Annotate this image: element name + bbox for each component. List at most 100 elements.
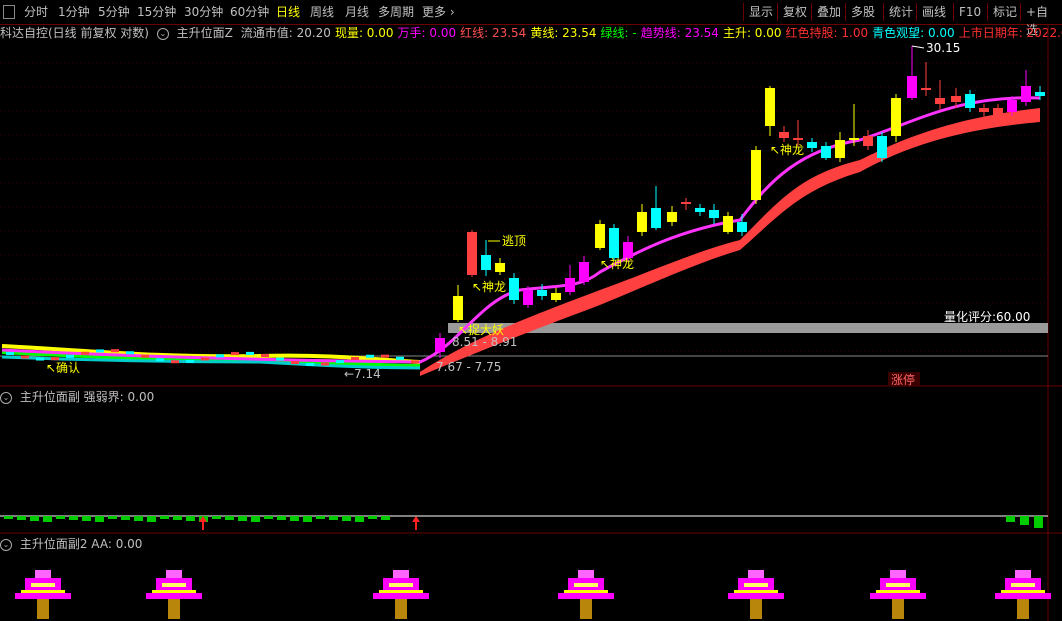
sub2-icon-base-0	[15, 593, 71, 599]
small-candle-0	[6, 352, 14, 355]
candle-body-33	[907, 76, 917, 98]
small-candle-7	[111, 349, 119, 353]
candle-body-0	[435, 338, 445, 352]
candle-body-39	[993, 108, 1003, 116]
chart-canvas[interactable]: 30.15逃顶↖神龙↖神龙↖神龙↖捉大妖↖确认 ←7.14 7.67 - 7.758…	[0, 0, 1062, 621]
sub2-icon-base-3	[558, 593, 614, 599]
sub2-icon-face-6	[1011, 583, 1035, 587]
sub1-neg-bar-25	[329, 516, 338, 520]
candle-body-17	[681, 202, 691, 204]
candle-body-26	[807, 142, 817, 148]
sub2-icon-stem-1	[168, 599, 180, 619]
candle-body-25	[793, 138, 803, 140]
sub1-neg-bar-7	[95, 516, 104, 522]
candle-body-3	[481, 255, 491, 270]
candle-body-15	[651, 208, 661, 228]
sub2-toggle-icon[interactable]: ⌄	[0, 538, 12, 551]
candle-body-9	[565, 278, 575, 292]
candle-body-40	[1007, 100, 1017, 112]
sub1-neg-bar-10	[134, 516, 143, 521]
sub2-icon-stem-0	[37, 599, 49, 619]
candle-body-5	[509, 278, 519, 300]
sub1-neg-bar-18	[238, 516, 247, 521]
sub1-neg-bar-1	[17, 516, 26, 520]
candle-body-7	[537, 290, 547, 296]
candle-body-37	[965, 94, 975, 108]
range-label-1: 7.67 - 7.75	[436, 360, 501, 374]
sub1-neg-bar-4	[56, 516, 65, 519]
confirm-label: ↖确认	[46, 361, 80, 375]
sub2-icon-bar-5	[876, 590, 920, 593]
sub2-title[interactable]: 主升位面副2	[20, 537, 88, 551]
sub1-neg-bar-2	[30, 516, 39, 521]
candle-body-12	[609, 228, 619, 258]
small-candle-6	[96, 349, 104, 353]
small-candle-19	[291, 361, 299, 365]
small-candle-5	[81, 351, 89, 355]
small-candle-9	[141, 354, 149, 358]
sub1-neg-bar-24	[316, 516, 325, 519]
sub2-label: AA: 0.00	[91, 537, 143, 551]
sub1-neg-bar-14	[186, 516, 195, 521]
sub1-neg-bar-19	[251, 516, 260, 522]
sub2-icon-face-1	[162, 583, 186, 587]
small-candle-12	[186, 359, 194, 363]
sub1-toggle-icon[interactable]: ⌄	[0, 391, 12, 404]
sub1-label: 强弱界: 0.00	[83, 390, 155, 404]
sub1-neg-bar-27	[355, 516, 364, 522]
candle-body-32	[891, 98, 901, 136]
zhangting-label: 涨停	[891, 372, 915, 387]
sub1-neg-bar-13	[173, 516, 182, 520]
candle-body-34	[921, 88, 931, 90]
escape-top-label: 逃顶	[502, 234, 526, 248]
candle-body-1	[453, 296, 463, 320]
candle-body-20	[723, 216, 733, 232]
high-label: 30.15	[926, 41, 960, 55]
score-label: 量化评分:60.00	[944, 310, 1030, 324]
candle-body-29	[849, 138, 859, 140]
small-candle-4	[66, 354, 74, 358]
sub2-icon-face-0	[31, 583, 55, 587]
sub1-neg-bar-28	[368, 516, 377, 519]
sub2-header: ⌄ 主升位面副2 AA: 0.00	[0, 536, 142, 552]
small-candle-8	[126, 351, 134, 355]
sub2-icon-face-2	[389, 583, 413, 587]
small-candle-21	[321, 362, 329, 366]
candle-body-21	[737, 222, 747, 232]
sub2-icon-base-2	[373, 593, 429, 599]
sub2-icon-bar-0	[21, 590, 65, 593]
candle-body-28	[835, 140, 845, 158]
sub1-neg-bar-12	[160, 516, 169, 519]
candle-body-38	[979, 108, 989, 112]
sub2-icon-base-4	[728, 593, 784, 599]
small-candle-18	[276, 357, 284, 361]
small-candle-23	[351, 356, 359, 360]
candle-body-35	[935, 98, 945, 104]
sub2-icon-bar-4	[734, 590, 778, 593]
sub2-icon-bar-6	[1001, 590, 1045, 593]
signal-arrowhead-1	[412, 516, 420, 522]
small-candle-27	[411, 360, 419, 364]
small-candle-16	[246, 351, 254, 355]
sub1-tail-bar-0	[1006, 516, 1015, 522]
candle-body-42	[1035, 92, 1045, 96]
shenlong-label-2: ↖神龙	[600, 257, 634, 271]
sub1-tail-bar-1	[1020, 516, 1029, 525]
sub2-icon-face-4	[744, 583, 768, 587]
small-candle-22	[336, 360, 344, 364]
candle-body-18	[695, 208, 705, 212]
sub2-icon-base-1	[146, 593, 202, 599]
sub2-icon-base-6	[995, 593, 1051, 599]
candle-body-31	[877, 136, 887, 158]
small-candle-15	[231, 352, 239, 356]
sub2-icon-top-4	[748, 570, 764, 578]
sub1-neg-bar-20	[264, 516, 273, 519]
sub2-icon-bar-1	[152, 590, 196, 593]
candle-body-22	[751, 150, 761, 200]
sub2-icon-stem-2	[395, 599, 407, 619]
sub2-icon-stem-4	[750, 599, 762, 619]
small-candle-11	[171, 360, 179, 364]
sub2-icon-stem-3	[580, 599, 592, 619]
small-candle-1	[21, 355, 29, 359]
sub1-title[interactable]: 主升位面副	[20, 390, 80, 404]
